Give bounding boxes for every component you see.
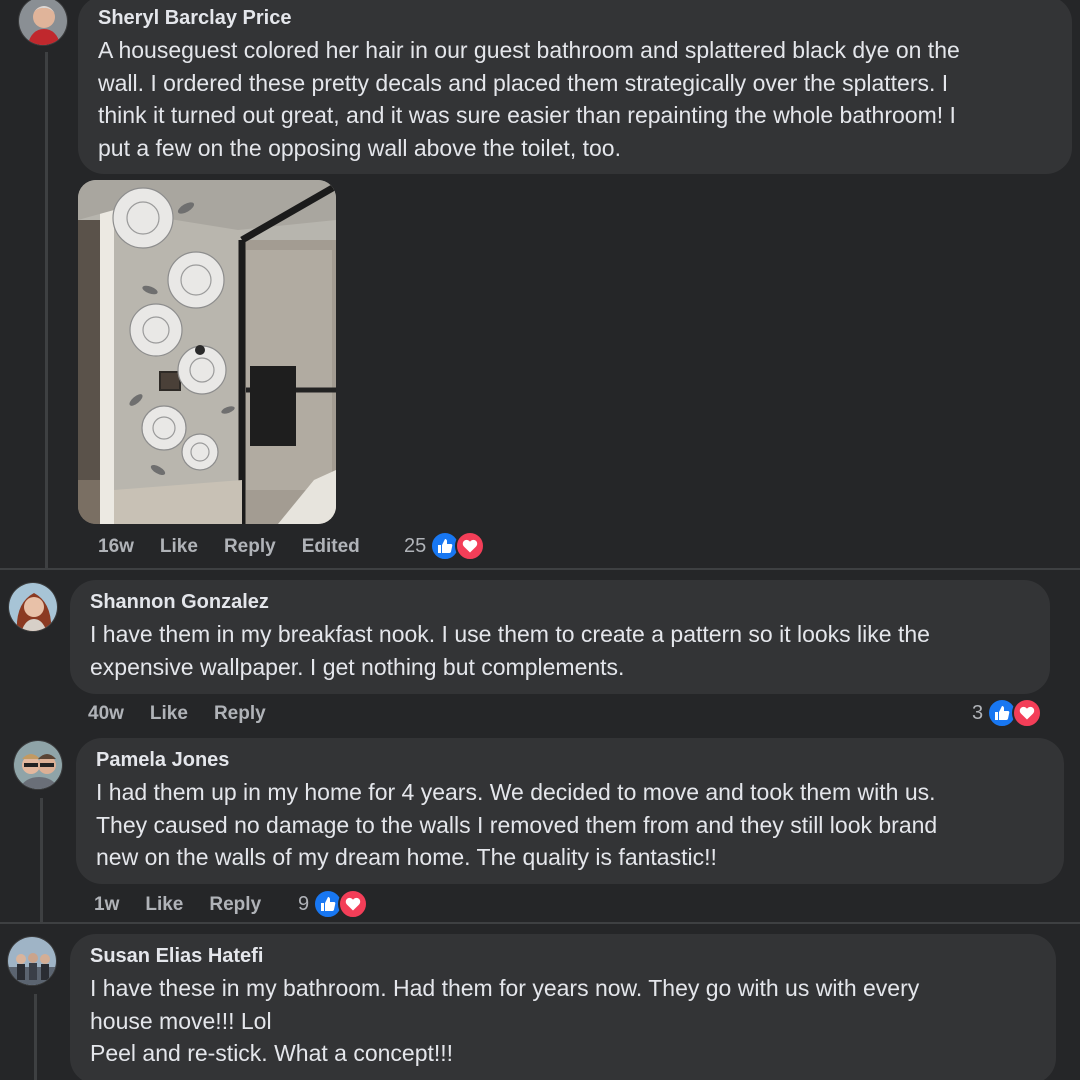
divider	[0, 922, 1080, 924]
reaction-count: 25	[404, 534, 427, 557]
reaction-summary[interactable]: 25	[404, 531, 486, 561]
comment-actions: 1w Like Reply	[94, 894, 261, 916]
comment-text: I have them in my breakfast nook. I use …	[90, 621, 930, 680]
reaction-summary[interactable]: 3	[972, 698, 1043, 728]
avatar[interactable]	[8, 582, 58, 632]
heart-icon	[338, 889, 369, 919]
comments-feed: Sheryl Barclay Price A houseguest colore…	[0, 0, 1080, 1080]
avatar[interactable]	[13, 740, 63, 790]
comment-author[interactable]: Susan Elias Hatefi	[90, 944, 1036, 968]
comment-time[interactable]: 16w	[98, 536, 134, 558]
like-button[interactable]: Like	[150, 703, 188, 725]
comment-bubble: Shannon Gonzalez I have them in my break…	[70, 580, 1050, 694]
reaction-summary[interactable]: 9	[298, 889, 369, 919]
reaction-count: 3	[972, 701, 984, 724]
reply-button[interactable]: Reply	[224, 536, 276, 558]
like-button[interactable]: Like	[145, 894, 183, 916]
thread-line	[45, 52, 48, 570]
heart-icon	[1012, 698, 1043, 728]
comment-photo[interactable]	[78, 180, 336, 524]
like-button[interactable]: Like	[160, 536, 198, 558]
thread-line	[40, 798, 43, 924]
reply-button[interactable]: Reply	[209, 894, 261, 916]
comment-bubble: Sheryl Barclay Price A houseguest colore…	[78, 0, 1072, 174]
thread-line	[34, 994, 37, 1080]
avatar[interactable]	[7, 936, 57, 986]
comment-author[interactable]: Shannon Gonzalez	[90, 590, 1030, 614]
edited-label: Edited	[301, 536, 360, 557]
comment-actions: 40w Like Reply	[88, 703, 266, 725]
comment-text: I have these in my bathroom. Had them fo…	[90, 975, 920, 1066]
heart-icon	[455, 531, 486, 561]
comment-actions: 16w Like Reply Edited	[98, 536, 360, 558]
reply-button[interactable]: Reply	[214, 703, 266, 725]
comment-author[interactable]: Sheryl Barclay Price	[98, 6, 1052, 30]
comment-bubble: Pamela Jones I had them up in my home fo…	[76, 738, 1064, 884]
comment-time[interactable]: 40w	[88, 703, 124, 725]
comment-bubble: Susan Elias Hatefi I have these in my ba…	[70, 934, 1056, 1080]
comment-time[interactable]: 1w	[94, 894, 119, 916]
comment-author[interactable]: Pamela Jones	[96, 748, 1044, 772]
comment-text: I had them up in my home for 4 years. We…	[96, 779, 938, 870]
reaction-count: 9	[298, 892, 310, 915]
avatar[interactable]	[18, 0, 68, 46]
divider	[0, 568, 1080, 570]
comment-text: A houseguest colored her hair in our gue…	[98, 37, 960, 161]
